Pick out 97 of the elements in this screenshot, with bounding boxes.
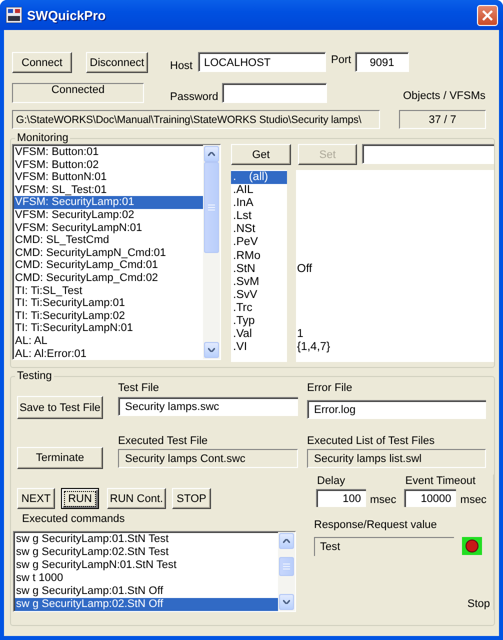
connection-status: Connected	[12, 83, 144, 103]
scrollbar-thumb[interactable]	[279, 557, 294, 576]
attribute-value: 1	[296, 328, 304, 342]
scroll-up-button[interactable]	[279, 533, 294, 549]
test-file-label: Test File	[118, 382, 160, 396]
group-title: Testing	[16, 370, 53, 382]
command-list-item[interactable]: sw g SecurityLamp:01.StN Test	[15, 533, 278, 546]
response-label: Response/Request value	[314, 519, 438, 531]
password-field[interactable]	[222, 83, 327, 103]
close-button[interactable]	[477, 4, 498, 26]
save-button[interactable]: Save to Test File	[17, 396, 103, 419]
object-list-item[interactable]: CMD: SecurityLampN_Cmd:01	[14, 246, 203, 260]
group-title: Monitoring	[16, 132, 70, 144]
command-list-item[interactable]: sw g SecurityLamp:02.StN Off	[15, 598, 278, 611]
run-control-button[interactable]: NEXT	[17, 488, 55, 509]
object-list-item[interactable]: TI: Ti:SecurityLamp:01	[14, 297, 203, 310]
object-list-item[interactable]: VFSM: SecurityLampN:01	[14, 222, 203, 234]
host-label: Host	[170, 60, 194, 72]
attribute-item[interactable]: .Trc	[231, 302, 287, 316]
stop-icon	[462, 537, 482, 555]
object-list-item[interactable]: CMD: SecurityLamp_Cmd:01	[14, 259, 203, 272]
object-list-item[interactable]: VFSM: Button:02	[14, 158, 203, 172]
attribute-item[interactable]: .Typ	[231, 315, 287, 328]
command-list-item[interactable]: sw t 1000	[15, 572, 278, 585]
attribute-item[interactable]: .AIL	[231, 184, 287, 198]
error-file-field: Error.log	[307, 400, 486, 419]
caret-down-icon	[283, 600, 290, 604]
caret-up-icon	[283, 539, 290, 543]
timeout-unit: msec	[460, 494, 487, 507]
commands-label: Executed commands	[22, 513, 126, 525]
scroll-down-button[interactable]	[279, 594, 294, 610]
host-field[interactable]: LOCALHOST	[198, 52, 326, 72]
terminate-button[interactable]: Terminate	[17, 447, 103, 469]
run-control-button[interactable]: RUN	[61, 488, 99, 509]
run-control-button[interactable]: STOP	[172, 488, 211, 509]
attribute-item[interactable]: .SvM	[231, 276, 287, 289]
get-button[interactable]: Get	[231, 144, 291, 165]
window-title: SWQuickPro	[27, 8, 107, 22]
executed-test-file-label: Executed Test File	[118, 435, 209, 449]
value-field[interactable]	[362, 144, 494, 164]
object-list-item[interactable]: CMD: SecurityLamp_Cmd:02	[14, 272, 203, 285]
connect-button[interactable]: Connect	[12, 52, 72, 73]
disconnect-button[interactable]: Disconnect	[86, 52, 148, 73]
executed-test-file-field: Security lamps Cont.swc	[118, 449, 298, 468]
test-file-field: Security lamps.swc	[118, 397, 298, 416]
command-list-item[interactable]: sw g SecurityLamp:01.StN Off	[15, 585, 278, 598]
object-list-item[interactable]: VFSM: SL_Test:01	[14, 184, 203, 196]
command-list-item[interactable]: sw g SecurityLampN:01.StN Test	[15, 559, 278, 572]
executed-list-field: Security lamps list.swl	[307, 449, 486, 468]
attribute-item[interactable]: .RMo	[231, 250, 287, 263]
scroll-up-button[interactable]	[204, 146, 219, 162]
delay-label: Delay	[316, 475, 346, 489]
run-control-button[interactable]: RUN Cont.	[107, 488, 166, 509]
password-label: Password	[170, 91, 220, 103]
object-list-item[interactable]: AL: AL	[14, 334, 203, 348]
delay-unit: msec	[370, 494, 396, 507]
attribute-item[interactable]: . (all)	[231, 171, 287, 184]
object-list-item[interactable]: AL: Al:Error:01	[14, 348, 203, 359]
attribute-item[interactable]: .StN	[231, 262, 287, 276]
attribute-value: {1,4,7}	[296, 341, 330, 354]
attribute-item[interactable]: .Lst	[231, 210, 287, 224]
attribute-item[interactable]: .NSt	[231, 223, 287, 236]
grip-icon	[208, 204, 215, 211]
object-list-item[interactable]: VFSM: ButtonN:01	[14, 171, 203, 184]
timeout-field[interactable]: 10000	[404, 489, 456, 507]
timeout-label: Event Timeout	[404, 475, 477, 489]
delay-field[interactable]: 100	[316, 489, 366, 507]
object-list-item[interactable]: VFSM: SecurityLamp:02	[14, 208, 203, 222]
object-list-item[interactable]: TI: Ti:SL_Test	[14, 284, 203, 298]
response-field: Test	[314, 537, 454, 556]
scrollbar-thumb[interactable]	[204, 162, 219, 253]
executed-list-label: Executed List of Test Files	[307, 435, 436, 449]
app-icon	[6, 7, 22, 23]
objects-count: 37 / 7	[399, 110, 486, 129]
caret-down-icon	[208, 348, 215, 352]
port-field[interactable]: 9091	[355, 52, 409, 72]
caret-up-icon	[208, 152, 215, 156]
attribute-item[interactable]: .Val	[231, 328, 287, 342]
attribute-item[interactable]: .VI	[231, 341, 287, 354]
scroll-down-button[interactable]	[204, 342, 219, 358]
grip-icon	[283, 563, 290, 570]
attribute-value: Off	[296, 262, 312, 276]
object-list-item[interactable]: TI: Ti:SecurityLamp:02	[14, 310, 203, 322]
port-label: Port	[331, 54, 352, 66]
attribute-item[interactable]: .SvV	[231, 288, 287, 302]
stop-label: Stop	[467, 598, 490, 610]
attribute-item[interactable]: .InA	[231, 197, 287, 210]
command-list-item[interactable]: sw g SecurityLamp:02.StN Test	[15, 546, 278, 559]
objects-label: Objects / VFSMs	[403, 90, 486, 102]
attribute-item[interactable]: .PeV	[231, 236, 287, 250]
object-list-item[interactable]: TI: Ti:SecurityLampN:01	[14, 322, 203, 335]
close-icon	[482, 10, 493, 20]
path-field: G:\StateWORKS\Doc\Manual\Training\StateWORKS Studio\Security lamps\	[12, 110, 380, 129]
object-list-item[interactable]: VFSM: Button:01	[14, 146, 203, 159]
error-file-label: Error File	[307, 382, 354, 396]
object-list-item[interactable]: CMD: SL_TestCmd	[14, 234, 203, 247]
object-list-item[interactable]: VFSM: SecurityLamp:01	[14, 196, 203, 209]
